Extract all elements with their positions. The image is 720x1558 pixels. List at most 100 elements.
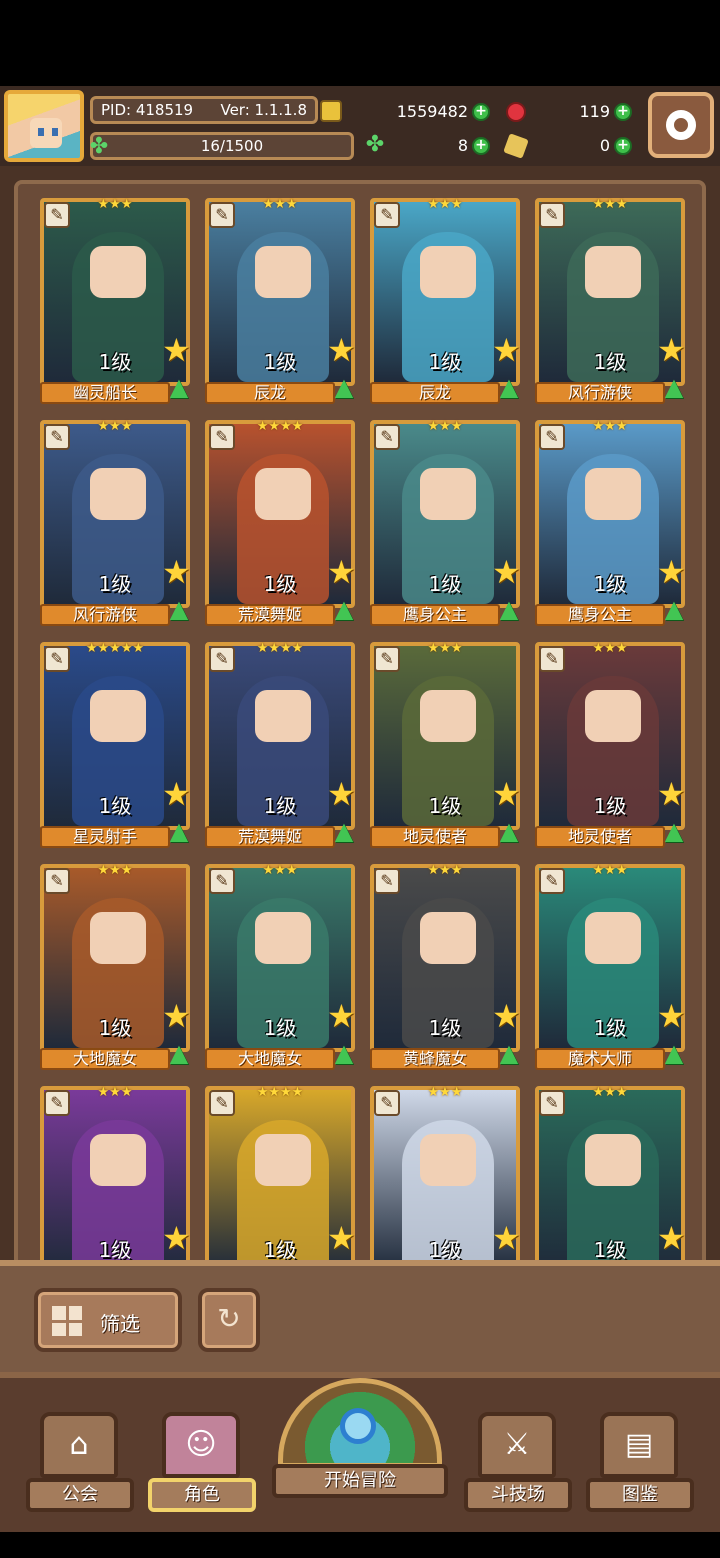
pid-text: PID: 418519 [101,101,194,119]
crossed-swords-icon: ⚔ [478,1412,556,1478]
level-up-arrow-icon: ▲ [664,373,684,401]
character-head [585,468,641,520]
refresh-icon: ↻ [217,1302,241,1335]
character-head [585,246,641,298]
character-head [255,468,311,520]
gear-icon [666,110,696,140]
character-head [420,1134,476,1186]
character-card[interactable]: ✎ ★★★★ 1级 ★ 荒漠舞姬 ▲ [205,641,356,850]
character-name: 幽灵船长 [40,382,170,404]
character-head [420,246,476,298]
character-card[interactable]: ✎ ★★★ 1级 ★ [535,1085,686,1264]
character-card[interactable]: ✎ ★★★ 1级 ★ 大地魔女 ▲ [40,864,191,1072]
character-card[interactable]: ✎ ★★★ 1级 ★ 辰龙 ▲ [370,197,521,406]
character-name: 大地魔女 [40,1048,170,1070]
rarity-stars: ★★★ [262,197,298,212]
character-card[interactable]: ✎ ★★★ 1级 ★ 幽灵船长 ▲ [40,198,191,406]
star-upgrade-icon: ★ [327,1219,356,1257]
rarity-stars: ★★★ [427,419,463,434]
rarity-stars: ★★★ [592,863,628,878]
character-card[interactable]: ✎ ★★★ 1级 ★ 地灵使者 ▲ [370,641,521,850]
character-card[interactable]: ✎ ★★★ 1级 ★ [370,1085,521,1264]
character-card[interactable]: ✎ ★★★ 1级 ★ 鹰身公主 ▲ [370,419,521,628]
character-card[interactable]: ✎ ★★★★ 1级 ★ [205,1085,356,1264]
character-name: 大地魔女 [205,1048,335,1070]
character-name: 辰龙 [370,382,500,404]
filter-bar: 筛选 ↻ [0,1260,720,1372]
level-up-arrow-icon: ▲ [664,1039,684,1067]
star-upgrade-icon: ★ [162,553,191,591]
rarity-stars: ★★★ [427,863,463,878]
character-card[interactable]: ✎ ★★★★★ 1级 ★ 星灵射手 ▲ [40,641,191,850]
add-ticket-button[interactable]: + [614,137,632,155]
bottom-nav: ⌂ 公会 ☺ 角色 开始冒险 ⚔ 斗技场 ▤ 图鉴 [0,1372,720,1532]
guild-building-icon: ⌂ [40,1412,118,1478]
star-upgrade-icon: ★ [492,775,521,813]
player-avatar[interactable] [4,90,84,162]
settings-button[interactable] [648,92,714,158]
character-head [420,912,476,964]
character-card[interactable]: ✎ ★★★ 1级 ★ 风行游侠 ▲ [40,420,191,628]
rarity-stars: ★★★★ [256,419,304,434]
rarity-stars: ★★★ [427,641,463,656]
add-gold-button[interactable]: + [472,103,490,121]
start-adventure-button[interactable]: 开始冒险 [272,1378,448,1502]
character-card[interactable]: ✎ ★★★ 1级 ★ 鹰身公主 ▲ [535,419,686,628]
nav-codex-label: 图鉴 [586,1478,694,1512]
star-upgrade-icon: ★ [492,997,521,1035]
add-clover-button[interactable]: + [472,137,490,155]
filter-button[interactable]: 筛选 [34,1288,182,1352]
character-name: 黄蜂魔女 [370,1048,500,1070]
character-name: 地灵使者 [535,826,665,848]
character-card[interactable]: ✎ ★★★ 1级 ★ 魔术大师 ▲ [535,863,686,1072]
level-up-arrow-icon: ▲ [499,373,519,401]
nav-arena[interactable]: ⚔ 斗技场 [464,1398,572,1518]
character-name: 魔术大师 [535,1048,665,1070]
level-up-arrow-icon: ▲ [664,595,684,623]
character-card[interactable]: ✎ ★★★ 1级 ★ 地灵使者 ▲ [535,642,686,850]
rarity-stars: ★★★★ [256,1085,304,1100]
character-name: 辰龙 [205,382,335,404]
star-upgrade-icon: ★ [492,1219,521,1257]
rarity-stars: ★★★ [592,419,628,434]
rarity-stars: ★★★★★ [85,641,145,656]
refresh-button[interactable]: ↻ [198,1288,260,1352]
star-upgrade-icon: ★ [492,331,521,369]
star-upgrade-icon: ★ [657,997,686,1035]
character-head [90,912,146,964]
star-upgrade-icon: ★ [327,553,356,591]
level-up-arrow-icon: ▲ [334,595,354,623]
character-card[interactable]: ✎ ★★★ 1级 ★ 大地魔女 ▲ [205,863,356,1072]
clover-icon: ✤ [365,132,385,157]
character-name: 荒漠舞姬 [205,604,335,626]
version-text: Ver: 1.1.1.8 [220,101,307,119]
character-card[interactable]: ✎ ★★★ 1级 ★ 黄蜂魔女 ▲ [370,863,521,1072]
character-scroll-area[interactable]: ✎ ★★★ 1级 ★ 幽灵船长 ▲ ✎ ★★★ 1级 ★ 辰龙 ▲ ✎ ★★★ … [14,180,706,1268]
character-icon: ☺ [162,1412,240,1478]
star-upgrade-icon: ★ [657,331,686,369]
character-head [255,690,311,742]
rarity-stars: ★★★ [262,863,298,878]
level-progress-bar: 16/1500 [90,132,354,160]
character-head [90,246,146,298]
level-progress-text: 16/1500 [200,137,264,155]
nav-guild[interactable]: ⌂ 公会 [26,1398,134,1518]
rarity-stars: ★★★ [592,1085,628,1100]
rarity-stars: ★★★ [427,1085,463,1100]
nav-codex[interactable]: ▤ 图鉴 [586,1398,694,1518]
add-gem-button[interactable]: + [614,103,632,121]
book-icon: ▤ [600,1412,678,1478]
rarity-stars: ★★★★ [256,641,304,656]
character-card[interactable]: ✎ ★★★★ 1级 ★ 荒漠舞姬 ▲ [205,419,356,628]
star-upgrade-icon: ★ [657,775,686,813]
level-up-arrow-icon: ▲ [169,817,189,845]
character-card[interactable]: ✎ ★★★ 1级 ★ 风行游侠 ▲ [535,198,686,406]
character-card[interactable]: ✎ ★★★ 1级 ★ 辰龙 ▲ [205,197,356,406]
character-head [255,1134,311,1186]
character-head [585,690,641,742]
character-head [255,246,311,298]
character-card[interactable]: ✎ ★★★ 1级 ★ [40,1086,191,1264]
star-upgrade-icon: ★ [162,775,191,813]
rarity-stars: ★★★ [427,197,463,212]
nav-character[interactable]: ☺ 角色 [148,1398,256,1518]
